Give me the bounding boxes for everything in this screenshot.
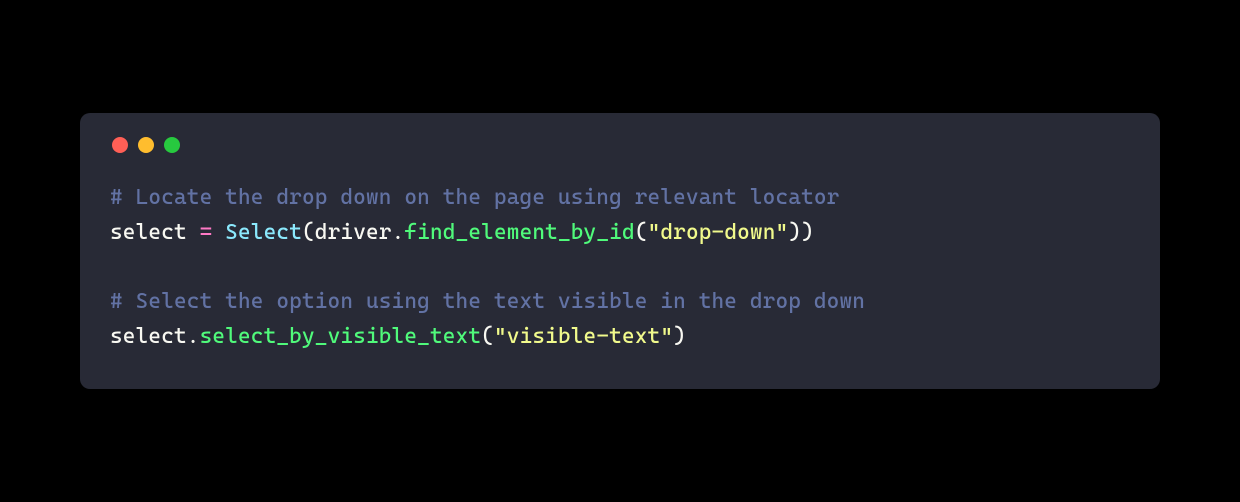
code-token: (driver.: [302, 220, 404, 245]
close-icon[interactable]: [112, 137, 128, 153]
code-block[interactable]: # Locate the drop down on the page using…: [110, 181, 1130, 355]
code-token: "visible-text": [494, 324, 673, 349]
minimize-icon[interactable]: [138, 137, 154, 153]
code-comment: # Locate the drop down on the page using…: [110, 185, 839, 210]
code-comment: # Select the option using the text visib…: [110, 289, 865, 314]
code-token: find_element_by_id: [404, 220, 634, 245]
code-token: ): [673, 324, 686, 349]
window-controls: [110, 137, 1130, 153]
code-window: # Locate the drop down on the page using…: [80, 113, 1160, 389]
code-token: )): [788, 220, 814, 245]
code-token: (: [635, 220, 648, 245]
maximize-icon[interactable]: [164, 137, 180, 153]
code-token: select.: [110, 324, 200, 349]
code-token: (: [481, 324, 494, 349]
code-token: =: [200, 220, 226, 245]
code-token: Select: [225, 220, 302, 245]
code-token: select_by_visible_text: [200, 324, 482, 349]
code-token: select: [110, 220, 200, 245]
code-token: "drop-down": [648, 220, 789, 245]
